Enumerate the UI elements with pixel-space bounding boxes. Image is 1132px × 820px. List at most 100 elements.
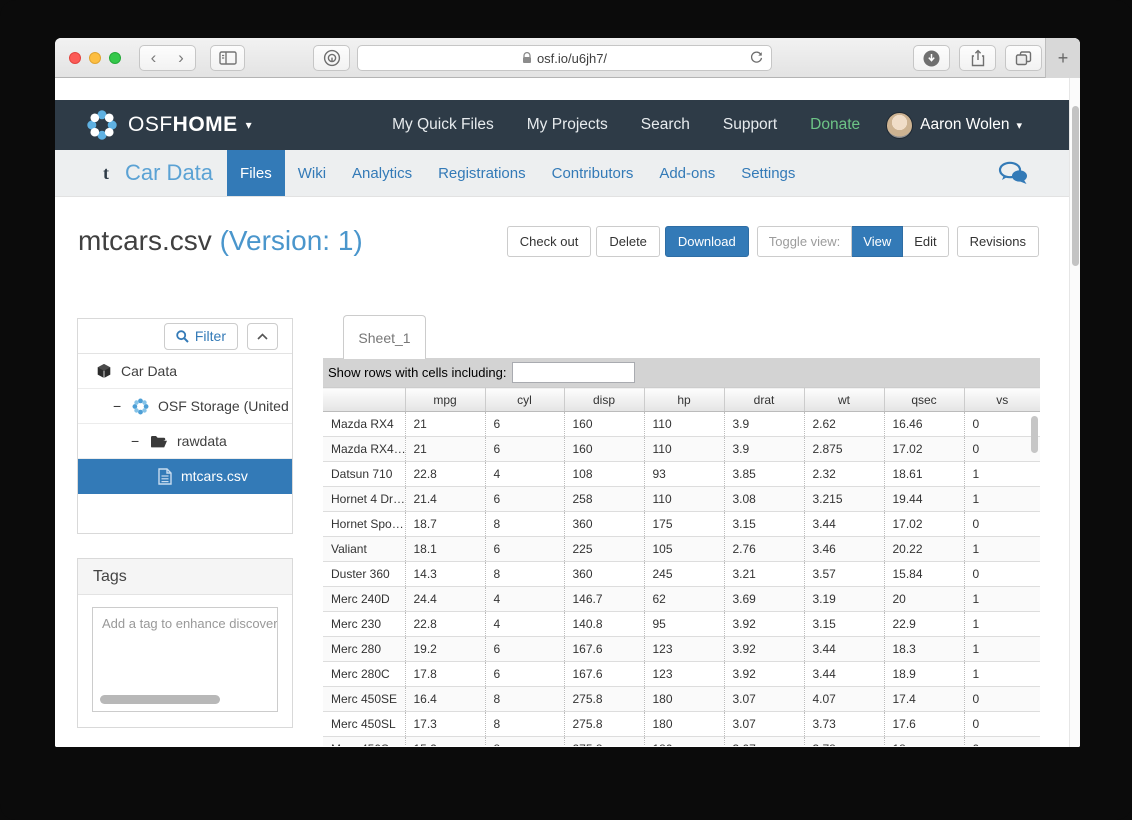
data-cell: 16.46	[884, 412, 964, 437]
navbar-item-search[interactable]: Search	[641, 116, 690, 134]
navbar-item-my-quick-files[interactable]: My Quick Files	[392, 116, 494, 134]
version-link[interactable]: (Version: 1)	[220, 225, 363, 256]
data-cell: 2.32	[804, 462, 884, 487]
tree-item-label: rawdata	[177, 433, 227, 449]
tag-input[interactable]	[93, 608, 278, 639]
zoom-window-button[interactable]	[109, 52, 121, 64]
tab-registrations[interactable]: Registrations	[425, 150, 539, 196]
tab-overview-button[interactable]	[1005, 45, 1042, 71]
data-cell: 1	[964, 637, 1040, 662]
close-window-button[interactable]	[69, 52, 81, 64]
back-icon: ‹	[151, 48, 157, 68]
table-row: Hornet Spo…18.783601753.153.4417.020	[323, 512, 1040, 537]
table-row: Merc 450SE16.48275.81803.074.0717.40	[323, 687, 1040, 712]
data-cell: 110	[644, 487, 724, 512]
user-menu[interactable]: Aaron Wolen ▾	[886, 112, 1022, 139]
sheet-filter-bar: Show rows with cells including:	[323, 358, 1040, 387]
file-name: mtcars.csv	[78, 225, 212, 256]
data-cell: 18.9	[884, 662, 964, 687]
back-button[interactable]: ‹	[139, 45, 168, 71]
revisions-button[interactable]: Revisions	[957, 226, 1039, 257]
download-button[interactable]: Download	[665, 226, 749, 257]
data-cell: 15.2	[405, 737, 485, 747]
page-scrollbar	[1069, 78, 1080, 747]
action-buttons: Check outDeleteDownload	[507, 226, 749, 257]
column-header-hp[interactable]: hp	[644, 388, 724, 412]
screenshot-backdrop: ‹ › osf.io/u6jh7/	[0, 0, 1132, 820]
data-cell: 1	[964, 612, 1040, 637]
tab-analytics[interactable]: Analytics	[339, 150, 425, 196]
data-cell: 62	[644, 587, 724, 612]
check-out-button[interactable]: Check out	[507, 226, 592, 257]
data-cell: 110	[644, 437, 724, 462]
column-header-cyl[interactable]: cyl	[485, 388, 564, 412]
share-icon	[970, 49, 986, 67]
column-header-mpg[interactable]: mpg	[405, 388, 485, 412]
sheet-filter-input[interactable]	[512, 362, 635, 383]
file-actions: Check outDeleteDownload Toggle view:View…	[507, 226, 1039, 257]
downloads-button[interactable]	[913, 45, 950, 71]
column-header-wt[interactable]: wt	[804, 388, 884, 412]
column-header-disp[interactable]: disp	[564, 388, 644, 412]
navbar-item-donate[interactable]: Donate	[810, 116, 860, 134]
filter-button[interactable]: Filter	[164, 323, 238, 350]
data-cell: 18	[884, 737, 964, 747]
tree-item-mtcars-csv[interactable]: mtcars.csv	[78, 459, 292, 494]
project-home-icon[interactable]: t	[103, 163, 109, 184]
data-cell: 19.2	[405, 637, 485, 662]
browser-toolbar: ‹ › osf.io/u6jh7/	[55, 38, 1080, 78]
tree-item-label: OSF Storage (United …	[158, 398, 292, 414]
row-name-cell: Datsun 710	[323, 462, 405, 487]
file-browser-panel: Filter Car Data − OSF Storage (United … − ra…	[77, 318, 293, 534]
tab-sheet-1[interactable]: Sheet_1	[343, 315, 426, 359]
collapse-panel-button[interactable]	[247, 323, 278, 350]
new-tab-button[interactable]: +	[1045, 38, 1080, 78]
share-button[interactable]	[959, 45, 996, 71]
tab-add-ons[interactable]: Add-ons	[646, 150, 728, 196]
tab-wiki[interactable]: Wiki	[285, 150, 339, 196]
osf-home-brand[interactable]: OSFHOME ▾	[87, 110, 252, 140]
data-cell: 93	[644, 462, 724, 487]
column-header-empty[interactable]	[323, 388, 405, 412]
column-header-qsec[interactable]: qsec	[884, 388, 964, 412]
tree-item-rawdata[interactable]: − rawdata	[78, 424, 292, 459]
tab-files[interactable]: Files	[227, 150, 285, 196]
view-toggle-button[interactable]: View	[852, 226, 903, 257]
collapse-toggle-icon[interactable]: −	[113, 398, 125, 414]
tree-item-car-data[interactable]: Car Data	[78, 354, 292, 389]
tagbox-scrollbar-thumb[interactable]	[100, 695, 220, 704]
column-header-drat[interactable]: drat	[724, 388, 804, 412]
filter-button-label: Filter	[195, 328, 226, 344]
address-bar[interactable]: osf.io/u6jh7/	[357, 45, 772, 71]
project-title-link[interactable]: Car Data	[125, 160, 213, 186]
tab-settings[interactable]: Settings	[728, 150, 808, 196]
data-cell: 15.84	[884, 562, 964, 587]
reload-icon[interactable]	[749, 50, 764, 65]
table-row: Datsun 71022.84108933.852.3218.611	[323, 462, 1040, 487]
data-cell: 3.69	[724, 587, 804, 612]
tag-input-box	[92, 607, 278, 712]
minimize-window-button[interactable]	[89, 52, 101, 64]
tab-contributors[interactable]: Contributors	[539, 150, 647, 196]
data-cell: 3.15	[724, 512, 804, 537]
navbar-item-support[interactable]: Support	[723, 116, 777, 134]
navbar-item-my-projects[interactable]: My Projects	[527, 116, 608, 134]
onepassword-extension-button[interactable]	[313, 45, 350, 71]
safari-window: ‹ › osf.io/u6jh7/	[55, 38, 1080, 747]
project-navbar: t Car Data FilesWikiAnalyticsRegistratio…	[55, 150, 1080, 197]
data-cell: 275.8	[564, 737, 644, 747]
delete-button[interactable]: Delete	[596, 226, 660, 257]
table-scrollbar-thumb[interactable]	[1031, 416, 1038, 453]
data-cell: 20.22	[884, 537, 964, 562]
page-scrollbar-thumb[interactable]	[1072, 106, 1079, 266]
osf-flower-icon	[132, 398, 149, 415]
edit-toggle-button[interactable]: Edit	[903, 226, 948, 257]
comments-icon[interactable]	[998, 161, 1028, 185]
forward-button[interactable]: ›	[167, 45, 196, 71]
tree-item-osf-storage-united[interactable]: − OSF Storage (United …	[78, 389, 292, 424]
sidebar-toggle-button[interactable]	[210, 45, 245, 71]
column-header-vs[interactable]: vs	[964, 388, 1040, 412]
data-cell: 22.9	[884, 612, 964, 637]
data-cell: 0	[964, 712, 1040, 737]
collapse-toggle-icon[interactable]: −	[131, 433, 143, 449]
